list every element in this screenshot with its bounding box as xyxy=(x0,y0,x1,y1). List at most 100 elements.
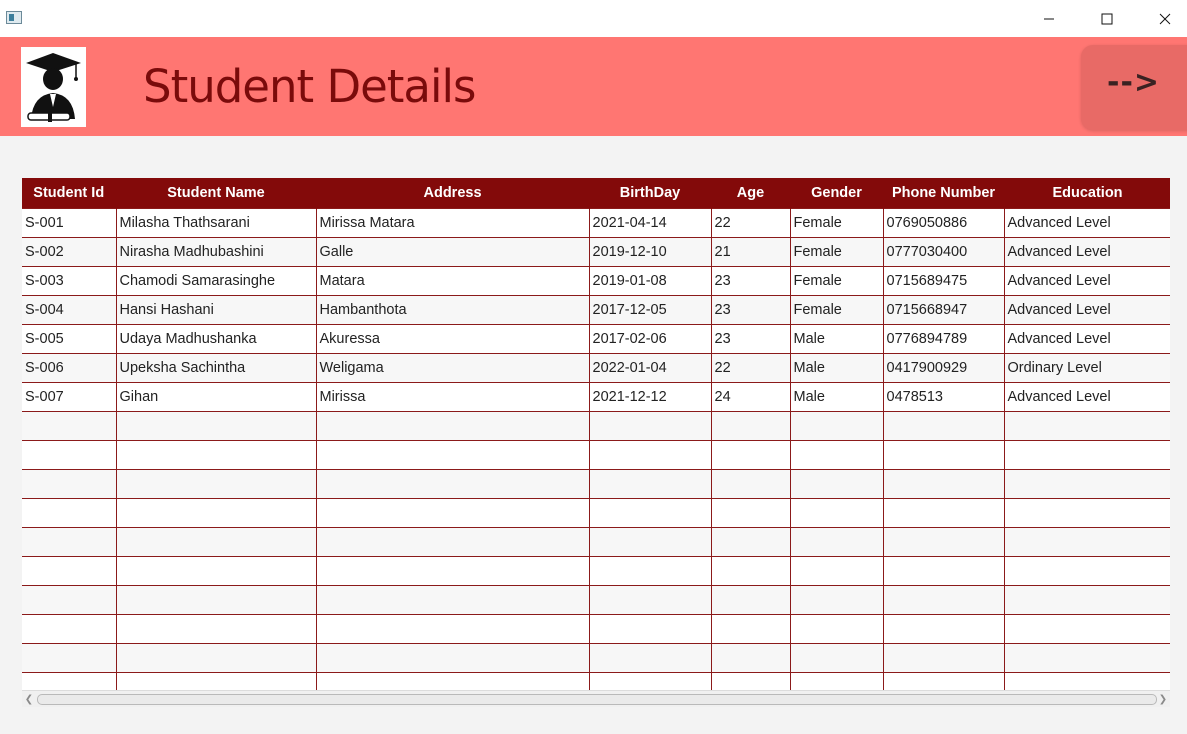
table-cell xyxy=(789,643,884,673)
table-cell: Female xyxy=(789,208,884,238)
empty-table-row[interactable] xyxy=(22,469,1170,499)
graduate-icon xyxy=(26,53,81,122)
table-cell xyxy=(315,556,590,586)
table-cell xyxy=(588,411,712,441)
page-title: Student Details xyxy=(143,60,476,113)
empty-table-row[interactable] xyxy=(22,672,1170,690)
table-row[interactable]: S-006 Upeksha Sachintha Weligama 2022-01-04… xyxy=(22,353,1170,383)
table-cell: 22 xyxy=(710,208,791,238)
table-row[interactable]: S-005 Udaya Madhushanka Akuressa 2017-02-06… xyxy=(22,324,1170,354)
table-cell xyxy=(1003,556,1170,586)
table-cell xyxy=(22,498,117,528)
column-header[interactable]: Student Name xyxy=(116,178,317,209)
table-cell xyxy=(22,556,117,586)
column-header[interactable]: Education xyxy=(1004,178,1170,209)
column-header[interactable]: Address xyxy=(316,178,590,209)
empty-table-row[interactable] xyxy=(22,411,1170,441)
empty-table-row[interactable] xyxy=(22,498,1170,528)
table-cell: 2019-01-08 xyxy=(588,266,712,296)
minimize-button[interactable] xyxy=(1020,0,1078,37)
table-cell xyxy=(588,672,712,690)
empty-table-row[interactable] xyxy=(22,614,1170,644)
table-cell: Udaya Madhushanka xyxy=(115,324,317,354)
table-cell: Advanced Level xyxy=(1003,266,1170,296)
column-header[interactable]: Age xyxy=(711,178,791,209)
table-cell: Advanced Level xyxy=(1003,382,1170,412)
table-body: S-001 Milasha Thathsarani Mirissa Matara 20… xyxy=(22,208,1170,690)
table-cell xyxy=(115,411,317,441)
table-cell xyxy=(22,527,117,557)
table-cell: 23 xyxy=(710,266,791,296)
table-cell: 0777030400 xyxy=(882,237,1005,267)
table-cell xyxy=(315,614,590,644)
maximize-button[interactable] xyxy=(1078,0,1136,37)
table-cell xyxy=(115,614,317,644)
empty-table-row[interactable] xyxy=(22,527,1170,557)
table-cell xyxy=(710,556,791,586)
table-cell xyxy=(789,614,884,644)
table-cell: S-007 xyxy=(22,382,117,412)
table-cell xyxy=(22,411,117,441)
table-cell xyxy=(588,469,712,499)
table-cell xyxy=(882,527,1005,557)
empty-table-row[interactable] xyxy=(22,440,1170,470)
table-cell xyxy=(588,614,712,644)
table-cell: S-003 xyxy=(22,266,117,296)
table-cell: S-005 xyxy=(22,324,117,354)
table-row[interactable]: S-004 Hansi Hashani Hambanthota 2017-12-05 2… xyxy=(22,295,1170,325)
table-cell xyxy=(710,440,791,470)
table-cell xyxy=(882,643,1005,673)
table-cell: Advanced Level xyxy=(1003,295,1170,325)
table-cell xyxy=(882,440,1005,470)
table-cell xyxy=(710,585,791,615)
table-cell xyxy=(789,498,884,528)
table-cell: Matara xyxy=(315,266,590,296)
table-cell xyxy=(315,672,590,690)
column-header[interactable]: Phone Number xyxy=(883,178,1005,209)
minimize-icon xyxy=(1044,18,1054,19)
column-header[interactable]: Gender xyxy=(790,178,884,209)
close-button[interactable] xyxy=(1136,0,1187,37)
table-row[interactable]: S-001 Milasha Thathsarani Mirissa Matara 20… xyxy=(22,208,1170,238)
table-cell: Mirissa xyxy=(315,382,590,412)
table-cell: Galle xyxy=(315,237,590,267)
table-cell: 0417900929 xyxy=(882,353,1005,383)
horizontal-scrollbar[interactable]: ❮ ❯ xyxy=(22,690,1170,707)
table-cell xyxy=(882,614,1005,644)
table-cell xyxy=(789,527,884,557)
table-cell xyxy=(22,672,117,690)
table-cell: 0769050886 xyxy=(882,208,1005,238)
table-row[interactable]: S-002 Nirasha Madhubashini Galle 2019-12-10… xyxy=(22,237,1170,267)
scrollbar-thumb[interactable] xyxy=(37,694,1157,705)
table-cell xyxy=(588,498,712,528)
table-cell xyxy=(588,585,712,615)
table-cell: Male xyxy=(789,382,884,412)
table-cell: 23 xyxy=(710,324,791,354)
table-cell xyxy=(115,527,317,557)
empty-table-row[interactable] xyxy=(22,643,1170,673)
table-cell xyxy=(22,614,117,644)
table-row[interactable]: S-003 Chamodi Samarasinghe Matara 2019-01-0… xyxy=(22,266,1170,296)
header-banner: Student Details --> xyxy=(0,37,1187,136)
table-row[interactable]: S-007 Gihan Mirissa 2021-12-12 24 Male 0478513… xyxy=(22,382,1170,412)
students-table[interactable]: Student Id Student Name Address BirthDay Age… xyxy=(22,178,1170,690)
column-header[interactable]: Student Id xyxy=(22,178,117,209)
scroll-right-icon[interactable]: ❯ xyxy=(1156,691,1170,707)
table-cell: Hambanthota xyxy=(315,295,590,325)
table-cell xyxy=(115,440,317,470)
table-cell xyxy=(789,411,884,441)
next-button[interactable]: --> xyxy=(1081,45,1187,130)
table-cell xyxy=(115,672,317,690)
empty-table-row[interactable] xyxy=(22,585,1170,615)
table-cell xyxy=(710,672,791,690)
table-cell xyxy=(588,527,712,557)
table-cell xyxy=(882,411,1005,441)
table-cell: 2022-01-04 xyxy=(588,353,712,383)
empty-table-row[interactable] xyxy=(22,556,1170,586)
column-header[interactable]: BirthDay xyxy=(589,178,712,209)
table-cell xyxy=(1003,411,1170,441)
table-cell: 23 xyxy=(710,295,791,325)
table-cell: Male xyxy=(789,353,884,383)
scroll-left-icon[interactable]: ❮ xyxy=(22,691,36,707)
table-cell: S-004 xyxy=(22,295,117,325)
